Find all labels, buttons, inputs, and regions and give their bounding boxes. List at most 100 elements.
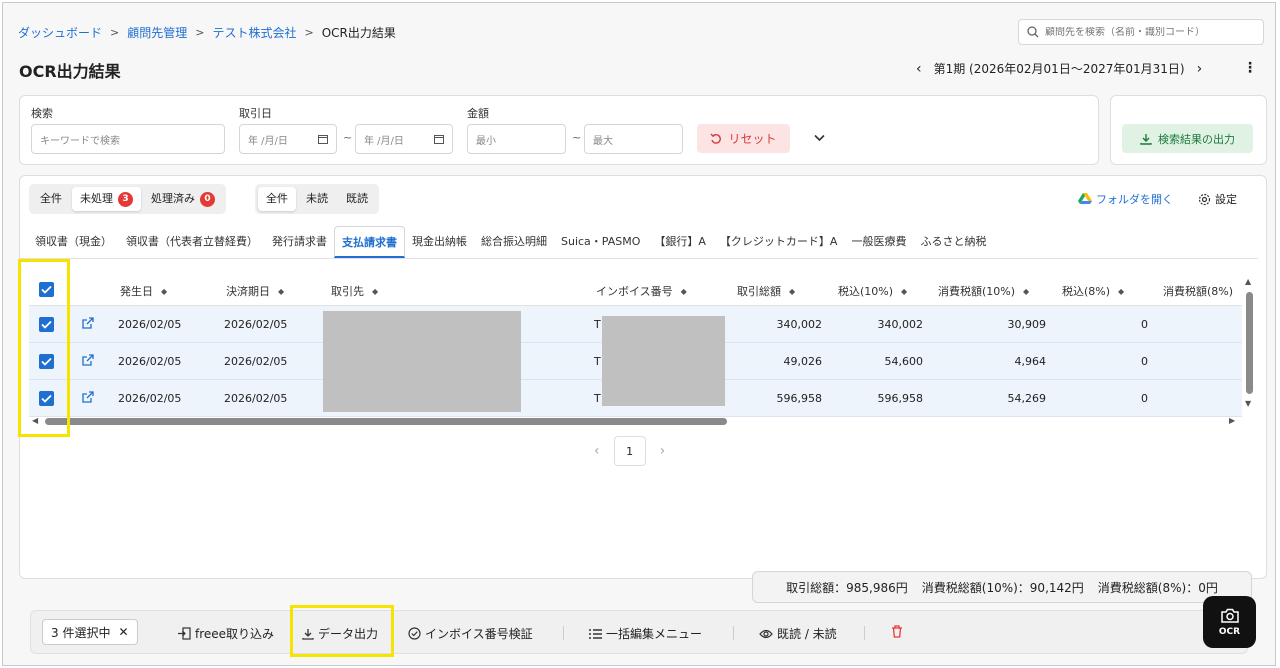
close-icon[interactable]: ✕ — [118, 625, 128, 639]
period-selector: ‹ 第1期 (2026年02月01日〜2027年01月31日) › — [916, 60, 1202, 77]
column-header-taxincl10[interactable]: 税込(10%) ◆ — [838, 283, 907, 299]
column-invoice-label: インボイス番号 — [596, 285, 673, 298]
breadcrumb-clients[interactable]: 顧問先管理 — [127, 24, 187, 41]
divider — [733, 626, 734, 640]
amount-min-placeholder: 最小 — [476, 135, 496, 147]
amount-max-placeholder: 最大 — [593, 135, 613, 147]
cell-date: 2026/02/05 — [118, 318, 182, 331]
amount-min-input[interactable]: 最小 — [467, 124, 566, 154]
tab-receipt-expense[interactable]: 領収書（代表者立替経費） — [119, 226, 265, 258]
external-link-icon[interactable] — [82, 317, 94, 332]
selected-count-chip[interactable]: 3 件選択中 ✕ — [42, 619, 138, 645]
invoice-check-button[interactable]: インボイス番号検証 — [408, 625, 533, 642]
tab-receipt-cash[interactable]: 領収書（現金） — [28, 226, 119, 258]
tab-bank[interactable]: 【銀行】A — [647, 226, 713, 258]
bulk-edit-button[interactable]: 一括編集メニュー — [589, 625, 702, 642]
settings-button[interactable]: 設定 — [1198, 191, 1237, 207]
camera-icon — [1220, 608, 1239, 623]
reset-label: リセット — [728, 132, 777, 146]
breadcrumb-dashboard[interactable]: ダッシュボード — [18, 24, 102, 41]
period-prev-button[interactable]: ‹ — [916, 61, 922, 77]
invoice-check-label: インボイス番号検証 — [425, 627, 533, 641]
reset-button[interactable]: リセット — [697, 124, 790, 153]
date-to-input[interactable]: 年 /月/日 — [355, 124, 453, 154]
read-read[interactable]: 既読 — [338, 187, 376, 211]
status-processed[interactable]: 処理済み 0 — [143, 187, 223, 211]
reset-icon — [710, 133, 722, 144]
column-header-date[interactable]: 発生日 ◆ — [120, 283, 167, 299]
horizontal-scroll-thumb[interactable] — [45, 418, 727, 425]
scroll-down-icon[interactable]: ▼ — [1245, 399, 1251, 408]
open-folder-link[interactable]: フォルダを開く — [1078, 191, 1173, 207]
period-next-button[interactable]: › — [1197, 61, 1203, 77]
tab-payment-invoice[interactable]: 支払請求書 — [334, 226, 405, 258]
calendar-icon[interactable] — [434, 134, 444, 144]
page-prev-icon[interactable]: ‹ — [594, 443, 600, 459]
gear-icon — [1198, 193, 1211, 205]
column-header-tax10[interactable]: 消費税額(10%) ◆ — [938, 283, 1029, 299]
divider — [563, 626, 564, 640]
status-all[interactable]: 全件 — [32, 187, 70, 211]
read-toggle-button[interactable]: 既読 / 未読 — [759, 625, 837, 642]
freee-import-button[interactable]: freee取り込み — [178, 625, 274, 642]
expand-filters-icon[interactable] — [814, 131, 825, 145]
tab-issued-invoice[interactable]: 発行請求書 — [265, 226, 334, 258]
total-amount: 取引総額：985,986円 — [786, 580, 908, 595]
column-header-total[interactable]: 取引総額 ◆ — [737, 283, 795, 299]
page-current[interactable]: 1 — [613, 436, 646, 466]
download-icon — [1140, 133, 1152, 145]
ocr-button[interactable]: OCR — [1203, 596, 1256, 648]
amount-max-input[interactable]: 最大 — [584, 124, 683, 154]
cell-total: 596,958 — [776, 392, 823, 405]
client-search[interactable] — [1018, 19, 1264, 45]
external-link-icon[interactable] — [82, 391, 94, 406]
column-header-tax8[interactable]: 消費税額(8%) — [1163, 283, 1233, 299]
tab-credit-card[interactable]: 【クレジットカード】A — [713, 226, 845, 258]
scroll-up-icon[interactable]: ▲ — [1245, 277, 1251, 286]
cell-total: 49,026 — [783, 355, 823, 368]
column-header-partner[interactable]: 取引先 ◆ — [331, 283, 378, 299]
date-from-input[interactable]: 年 /月/日 — [239, 124, 337, 154]
pagination: ‹ 1 › — [594, 436, 665, 466]
date-to-placeholder: 年 /月/日 — [364, 135, 404, 147]
calendar-icon[interactable] — [318, 134, 328, 144]
totals-summary: 取引総額：985,986円 消費税総額(10%)：90,142円 消費税総額(8… — [752, 571, 1252, 603]
column-header-invoice[interactable]: インボイス番号 ◆ — [596, 283, 687, 299]
tab-suica-pasmo[interactable]: Suica・PASMO — [554, 226, 647, 258]
status-filter: 全件 未処理 3 処理済み 0 — [29, 184, 226, 214]
more-menu-icon[interactable]: ⋮ — [1243, 60, 1257, 76]
scroll-right-icon[interactable]: ▶ — [1229, 416, 1235, 425]
column-header-taxincl8[interactable]: 税込(8%) ◆ — [1062, 283, 1124, 299]
page-next-icon[interactable]: › — [660, 443, 666, 459]
breadcrumb-company[interactable]: テスト株式会社 — [212, 24, 296, 41]
tab-transfer-statement[interactable]: 総合振込明細 — [474, 226, 554, 258]
tab-furusato[interactable]: ふるさと納税 — [913, 226, 993, 258]
tab-medical[interactable]: 一般医療費 — [844, 226, 913, 258]
breadcrumb-separator: > — [304, 26, 314, 39]
unprocessed-count-badge: 3 — [118, 191, 133, 207]
horizontal-scrollbar[interactable]: ◀ ▶ — [29, 416, 1242, 426]
client-search-input[interactable] — [1045, 26, 1255, 38]
delete-icon[interactable] — [891, 625, 903, 641]
read-unread[interactable]: 未読 — [298, 187, 336, 211]
total-tax10: 消費税総額(10%)：90,142円 — [921, 580, 1084, 595]
export-results-button[interactable]: 検索結果の出力 — [1122, 124, 1253, 153]
status-unprocessed[interactable]: 未処理 3 — [72, 187, 141, 211]
keyword-label: 検索 — [31, 107, 53, 120]
column-partner-label: 取引先 — [331, 285, 364, 298]
vertical-scroll-thumb[interactable] — [1246, 292, 1253, 394]
breadcrumb: ダッシュボード > 顧問先管理 > テスト株式会社 > OCR出力結果 — [18, 24, 396, 41]
column-total-label: 取引総額 — [737, 285, 781, 298]
read-all[interactable]: 全件 — [258, 187, 296, 211]
column-header-due[interactable]: 決済期日 ◆ — [226, 283, 284, 299]
keyword-input[interactable]: キーワードで検索 — [31, 124, 225, 154]
cell-taxincl8: 0 — [1141, 355, 1148, 368]
sort-icon: ◆ — [372, 286, 379, 296]
tab-cash-book[interactable]: 現金出納帳 — [405, 226, 474, 258]
external-link-icon[interactable] — [82, 354, 94, 369]
column-tax10-label: 消費税額(10%) — [938, 285, 1016, 298]
document-tabs: 領収書（現金） 領収書（代表者立替経費） 発行請求書 支払請求書 現金出納帳 総… — [28, 226, 993, 258]
cell-taxincl10: 54,600 — [884, 355, 924, 368]
column-taxincl10-label: 税込(10%) — [838, 285, 894, 298]
vertical-scrollbar[interactable]: ▲ ▼ — [1244, 277, 1256, 412]
